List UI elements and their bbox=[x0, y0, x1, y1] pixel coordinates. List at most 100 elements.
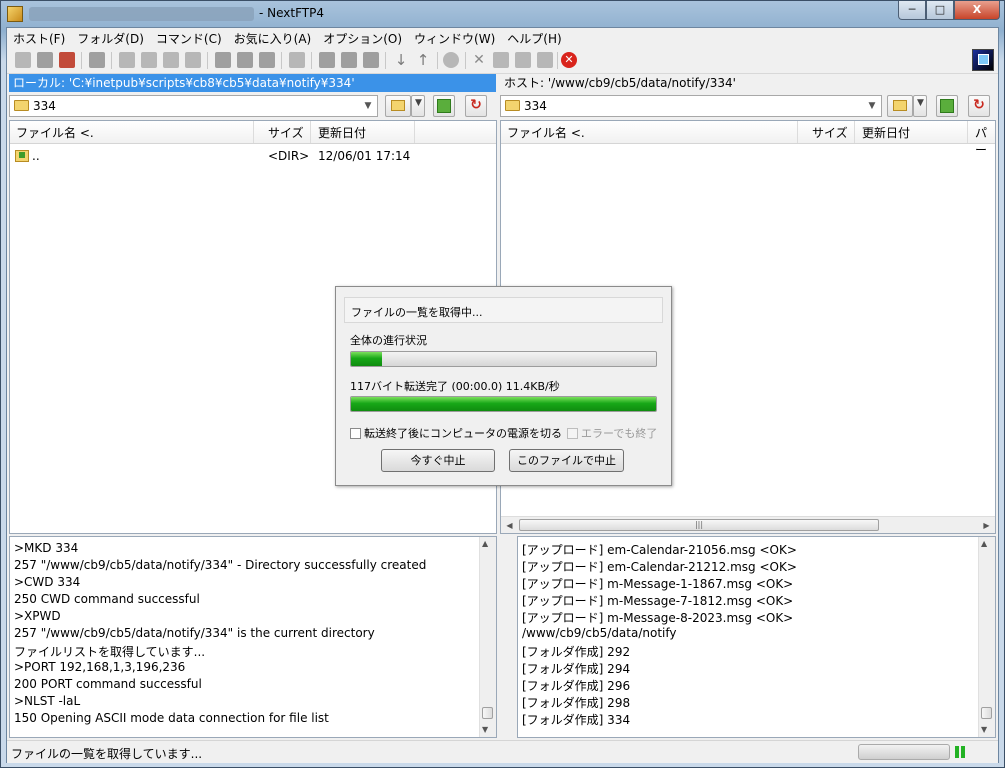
remote-refresh-button[interactable]: ↻ bbox=[968, 95, 990, 117]
upload-arrow-icon[interactable]: ↑ bbox=[415, 52, 431, 68]
connect-icon[interactable] bbox=[15, 52, 31, 68]
log-line: [アップロード] m-Message-8-2023.msg <OK> bbox=[522, 611, 794, 625]
error-exit-checkbox[interactable]: エラーでも終了 bbox=[567, 425, 657, 441]
open-folder-icon bbox=[893, 100, 907, 111]
local-col-size[interactable]: サイズ bbox=[268, 124, 304, 141]
scroll-right-icon[interactable]: ▶ bbox=[979, 518, 994, 533]
dialog-heading: ファイルの一覧を取得中... bbox=[351, 306, 483, 319]
download-arrow-icon[interactable]: ↓ bbox=[393, 52, 409, 68]
scroll-down-icon[interactable]: ▼ bbox=[482, 725, 488, 734]
compare-icon[interactable] bbox=[163, 52, 179, 68]
menu-help[interactable]: ヘルプ(H) bbox=[501, 28, 567, 48]
scrollbar-thumb[interactable] bbox=[482, 707, 493, 719]
local-path-header[interactable]: ローカル: 'C:¥inetpub¥scripts¥cb8¥cb5¥data¥n… bbox=[9, 74, 496, 92]
up-folder-icon bbox=[940, 99, 954, 113]
checkbox-box[interactable] bbox=[350, 428, 361, 439]
window-title: - NextFTP4 bbox=[259, 6, 324, 20]
globe-icon[interactable] bbox=[443, 52, 459, 68]
overall-progress-fill bbox=[351, 352, 382, 366]
filter-icon[interactable] bbox=[363, 52, 379, 68]
local-path-value: 334 bbox=[33, 99, 56, 113]
title-bar[interactable]: - NextFTP4 ─ □ X bbox=[1, 1, 1004, 27]
local-refresh-button[interactable]: ↻ bbox=[465, 95, 487, 117]
local-path-combo[interactable]: 334 ▼ bbox=[9, 95, 378, 117]
log-line: 150 Opening ASCII mode data connection f… bbox=[14, 711, 329, 725]
menu-options[interactable]: オプション(O) bbox=[317, 28, 408, 48]
log-line: 200 PORT command successful bbox=[14, 677, 202, 691]
folder-icon[interactable] bbox=[289, 52, 305, 68]
folder-icon bbox=[14, 100, 29, 111]
log-line: [アップロード] em-Calendar-21212.msg <OK> bbox=[522, 560, 797, 574]
menu-window[interactable]: ウィンドウ(W) bbox=[408, 28, 501, 48]
scroll-down-icon[interactable]: ▼ bbox=[981, 725, 987, 734]
chevron-down-icon: ▼ bbox=[415, 98, 422, 108]
remote-col-size[interactable]: サイズ bbox=[812, 124, 848, 141]
transfer-progress-fill bbox=[351, 397, 656, 411]
remote-horizontal-scrollbar[interactable]: ◀ ||| ▶ bbox=[501, 516, 995, 533]
close-button[interactable]: X bbox=[954, 1, 1000, 20]
menu-folder[interactable]: フォルダ(D) bbox=[71, 28, 150, 48]
command-log[interactable]: >MKD 334 257 "/www/cb9/cb5/data/notify/3… bbox=[9, 536, 497, 738]
log-line: 257 "/www/cb9/cb5/data/notify/334" - Dir… bbox=[14, 558, 427, 572]
list-icon[interactable] bbox=[119, 52, 135, 68]
remote-folder-dropdown-button[interactable]: ▼ bbox=[913, 95, 927, 117]
stop-icon[interactable]: ✕ bbox=[561, 52, 577, 68]
print-icon[interactable] bbox=[259, 52, 275, 68]
minimize-button[interactable]: ─ bbox=[898, 1, 926, 20]
view-icon[interactable] bbox=[319, 52, 335, 68]
stop-after-file-button[interactable]: このファイルで中止 bbox=[509, 449, 624, 472]
error-exit-checkbox-label: エラーでも終了 bbox=[581, 427, 658, 440]
local-folder-dropdown-button[interactable]: ▼ bbox=[411, 95, 425, 117]
scroll-up-icon[interactable]: ▲ bbox=[482, 539, 488, 548]
stop-now-button[interactable]: 今すぐ中止 bbox=[381, 449, 495, 472]
scroll-left-icon[interactable]: ◀ bbox=[502, 518, 517, 533]
menu-command[interactable]: コマンド(C) bbox=[150, 28, 228, 48]
local-file-row[interactable]: .. <DIR> 12/06/01 17:14 bbox=[10, 147, 496, 165]
save-as-icon[interactable] bbox=[237, 52, 253, 68]
find-icon[interactable] bbox=[341, 52, 357, 68]
properties-icon[interactable] bbox=[537, 52, 553, 68]
sync-icon[interactable] bbox=[185, 52, 201, 68]
remote-path-header[interactable]: ホスト: '/www/cb9/cb5/data/notify/334' bbox=[500, 74, 996, 92]
sort-icon[interactable] bbox=[141, 52, 157, 68]
transfer-log-scrollbar[interactable]: ▲ ▼ bbox=[978, 537, 995, 737]
remote-col-date[interactable]: 更新日付 bbox=[862, 124, 910, 141]
remote-col-name[interactable]: ファイル名 <. bbox=[507, 124, 585, 141]
local-column-header: ファイル名 <. サイズ 更新日付 bbox=[10, 121, 496, 144]
save-icon[interactable] bbox=[215, 52, 231, 68]
log-line: [フォルダ作成] 298 bbox=[522, 696, 631, 710]
command-log-scrollbar[interactable]: ▲ ▼ bbox=[479, 537, 496, 737]
chevron-down-icon[interactable]: ▼ bbox=[864, 97, 880, 115]
rename-icon[interactable] bbox=[493, 52, 509, 68]
local-col-date[interactable]: 更新日付 bbox=[318, 124, 366, 141]
delete-icon[interactable]: ✕ bbox=[471, 52, 487, 68]
chevron-down-icon[interactable]: ▼ bbox=[360, 97, 376, 115]
checkbox-box[interactable] bbox=[567, 428, 578, 439]
remote-path-combo[interactable]: 334 ▼ bbox=[500, 95, 882, 117]
local-open-folder-button[interactable] bbox=[385, 95, 411, 117]
remote-open-folder-button[interactable] bbox=[887, 95, 913, 117]
disconnect-icon[interactable] bbox=[59, 52, 75, 68]
menu-bar: ホスト(F) フォルダ(D) コマンド(C) お気に入り(A) オプション(O)… bbox=[7, 28, 998, 48]
log-line: [フォルダ作成] 296 bbox=[522, 679, 631, 693]
shutdown-checkbox[interactable]: 転送終了後にコンピュータの電源を切る bbox=[350, 425, 562, 441]
app-window: - NextFTP4 ─ □ X ホスト(F) フォルダ(D) コマンド(C) … bbox=[0, 0, 1005, 768]
local-parent-folder-button[interactable] bbox=[433, 95, 455, 117]
remote-col-permission[interactable]: パー bbox=[975, 124, 995, 158]
menu-favorites[interactable]: お気に入り(A) bbox=[228, 28, 318, 48]
local-col-name[interactable]: ファイル名 <. bbox=[16, 124, 94, 141]
remote-parent-folder-button[interactable] bbox=[936, 95, 958, 117]
menu-host[interactable]: ホスト(F) bbox=[7, 28, 71, 48]
scroll-up-icon[interactable]: ▲ bbox=[981, 539, 987, 548]
scrollbar-thumb[interactable]: ||| bbox=[519, 519, 879, 531]
scrollbar-thumb[interactable] bbox=[981, 707, 992, 719]
maximize-button[interactable]: □ bbox=[926, 1, 954, 20]
parent-folder-icon bbox=[15, 150, 29, 162]
refresh-icon: ↻ bbox=[973, 97, 985, 113]
settings-wrench-icon[interactable] bbox=[89, 52, 105, 68]
transfer-status-label: 117バイト転送完了 (00:00.0) 11.4KB/秒 bbox=[350, 380, 560, 393]
new-folder-icon[interactable] bbox=[515, 52, 531, 68]
reconnect-icon[interactable] bbox=[37, 52, 53, 68]
log-line: [フォルダ作成] 292 bbox=[522, 645, 631, 659]
transfer-log[interactable]: [アップロード] em-Calendar-21056.msg <OK> [アップ… bbox=[517, 536, 996, 738]
